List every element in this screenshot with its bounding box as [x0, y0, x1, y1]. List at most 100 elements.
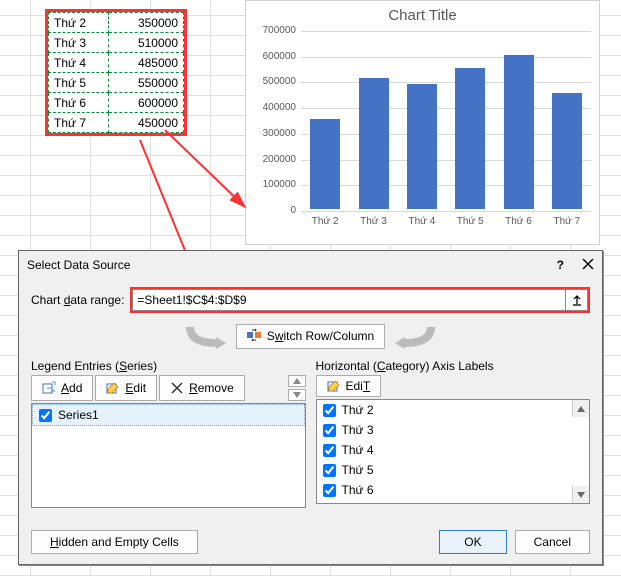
y-tick-label: 500000	[246, 76, 296, 87]
cell-label[interactable]: Thứ 5	[49, 73, 109, 93]
chart-bar[interactable]	[455, 68, 485, 209]
collapse-dialog-icon[interactable]	[566, 289, 588, 311]
y-tick-label: 100000	[246, 179, 296, 190]
select-data-source-dialog: Select Data Source ? Chart data range:	[18, 250, 603, 565]
category-label: Thứ 3	[342, 423, 374, 437]
curved-arrow-right-icon	[395, 323, 435, 349]
curved-arrow-left-icon	[186, 323, 226, 349]
chart-data-range-input[interactable]	[132, 289, 566, 311]
scroll-down-icon[interactable]	[572, 486, 589, 503]
x-tick-label: Thứ 7	[543, 216, 591, 227]
edit-icon	[106, 381, 120, 395]
move-up-button[interactable]	[288, 375, 306, 387]
add-icon	[42, 381, 56, 395]
close-icon[interactable]	[582, 258, 594, 273]
cell-value[interactable]: 485000	[109, 53, 184, 73]
x-tick-label: Thứ 5	[446, 216, 494, 227]
table-row[interactable]: Thứ 6600000	[49, 93, 184, 113]
x-tick-label: Thứ 3	[350, 216, 398, 227]
scroll-up-icon[interactable]	[572, 400, 589, 417]
cell-value[interactable]: 450000	[109, 113, 184, 133]
y-tick-label: 300000	[246, 128, 296, 139]
cell-value[interactable]: 350000	[109, 13, 184, 33]
gridline	[301, 31, 591, 32]
cell-label[interactable]: Thứ 7	[49, 113, 109, 133]
gridline	[301, 185, 591, 186]
y-tick-label: 200000	[246, 154, 296, 165]
table-row[interactable]: Thứ 3510000	[49, 33, 184, 53]
chart-bar[interactable]	[504, 55, 534, 209]
gridline	[301, 211, 591, 212]
cell-label[interactable]: Thứ 3	[49, 33, 109, 53]
table-row[interactable]: Thứ 7450000	[49, 113, 184, 133]
y-tick-label: 0	[246, 205, 296, 216]
hidden-empty-cells-button[interactable]: Hidden and Empty Cells	[31, 530, 198, 554]
list-item[interactable]: Thứ 2	[317, 400, 590, 420]
gridline	[301, 160, 591, 161]
table-row[interactable]: Thứ 4485000	[49, 53, 184, 73]
x-tick-label: Thứ 4	[398, 216, 446, 227]
chart-bar[interactable]	[552, 93, 582, 209]
gridline	[301, 82, 591, 83]
list-item[interactable]: Thứ 4	[317, 440, 590, 460]
category-axis-header: Horizontal (Category) Axis Labels	[316, 359, 591, 373]
cell-value[interactable]: 510000	[109, 33, 184, 53]
chart-data-range-label: Chart data range:	[31, 293, 124, 307]
x-tick-label: Thứ 6	[495, 216, 543, 227]
category-checkbox[interactable]	[323, 424, 336, 437]
add-series-button[interactable]: Add	[31, 375, 93, 401]
move-down-button[interactable]	[288, 389, 306, 401]
chart-bar[interactable]	[359, 78, 389, 209]
series-label: Series1	[58, 408, 99, 422]
cell-value[interactable]: 550000	[109, 73, 184, 93]
chart-bar[interactable]	[310, 119, 340, 209]
list-item[interactable]: Thứ 5	[317, 460, 590, 480]
plot-area	[301, 31, 591, 211]
category-checkbox[interactable]	[323, 464, 336, 477]
edit-category-button[interactable]: EdiT	[316, 375, 382, 397]
series-checkbox[interactable]	[39, 409, 52, 422]
switch-row-column-button[interactable]: Switch Row/Column	[236, 324, 385, 349]
gridline	[301, 134, 591, 135]
category-label: Thứ 5	[342, 463, 374, 477]
edit-series-button[interactable]: Edit	[95, 375, 157, 401]
category-checkbox[interactable]	[323, 484, 336, 497]
gridline	[301, 108, 591, 109]
cell-value[interactable]: 600000	[109, 93, 184, 113]
switch-icon	[247, 328, 261, 345]
y-tick-label: 600000	[246, 51, 296, 62]
dialog-title: Select Data Source	[27, 258, 130, 272]
remove-icon	[170, 381, 184, 395]
ok-button[interactable]: OK	[439, 530, 506, 554]
list-item[interactable]: Thứ 3	[317, 420, 590, 440]
data-table: Thứ 2350000Thứ 3510000Thứ 4485000Thứ 555…	[48, 12, 184, 133]
series-listbox[interactable]: Series1	[31, 403, 306, 508]
list-item[interactable]: Thứ 6	[317, 480, 590, 500]
chart-title[interactable]: Chart Title	[246, 1, 599, 24]
remove-series-button[interactable]: Remove	[159, 375, 245, 401]
legend-entries-header: Legend Entries (Series)	[31, 359, 306, 373]
table-row[interactable]: Thứ 5550000	[49, 73, 184, 93]
selected-cells-highlight: Thứ 2350000Thứ 3510000Thứ 4485000Thứ 555…	[45, 9, 187, 136]
category-listbox[interactable]: Thứ 2 Thứ 3 Thứ 4 Thứ 5 Thứ 6	[316, 399, 591, 504]
table-row[interactable]: Thứ 2350000	[49, 13, 184, 33]
cell-label[interactable]: Thứ 6	[49, 93, 109, 113]
chart-bar[interactable]	[407, 84, 437, 209]
cancel-button[interactable]: Cancel	[515, 530, 590, 554]
category-label: Thứ 4	[342, 443, 374, 457]
help-icon[interactable]: ?	[557, 258, 564, 272]
y-tick-label: 700000	[246, 25, 296, 36]
edit-icon	[327, 379, 341, 393]
x-tick-label: Thứ 2	[301, 216, 349, 227]
dialog-titlebar: Select Data Source ?	[19, 251, 602, 279]
list-item[interactable]: Series1	[32, 404, 305, 426]
category-label: Thứ 2	[342, 403, 374, 417]
category-checkbox[interactable]	[323, 444, 336, 457]
chart-container[interactable]: Chart Title 0 100000 200000 300000 400000 500…	[245, 0, 600, 245]
category-label: Thứ 6	[342, 483, 374, 497]
y-tick-label: 400000	[246, 102, 296, 113]
gridline	[301, 57, 591, 58]
cell-label[interactable]: Thứ 4	[49, 53, 109, 73]
cell-label[interactable]: Thứ 2	[49, 13, 109, 33]
category-checkbox[interactable]	[323, 404, 336, 417]
